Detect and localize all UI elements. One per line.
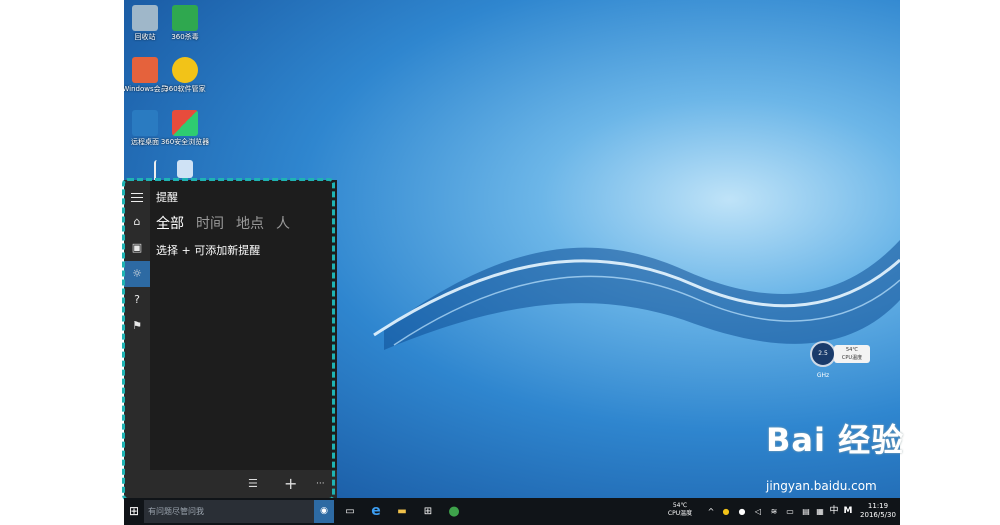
baidu-watermark: Bai 经验 jingyan.baidu.com — [766, 415, 905, 493]
task-view-icon: ▭ — [345, 506, 355, 517]
desktop-icon-label: 360安全浏览器 — [160, 138, 210, 146]
ime-m-button[interactable]: M — [842, 498, 854, 525]
cpu-temp-value: 54℃ — [846, 347, 858, 353]
store-button[interactable]: ⊞ — [416, 498, 440, 525]
watermark-logo: Bai 经验 — [766, 421, 905, 459]
tray-overflow-button[interactable]: ^ — [706, 498, 716, 525]
taskbar: ⊞ 有问题尽管问我 ◉ ▭ e ▬ ⊞ ● 54℃ CPU温度 ^ ● ● ◁ … — [124, 498, 900, 525]
task-view-button[interactable]: ▭ — [340, 498, 360, 525]
microphone-button[interactable]: ◉ — [314, 500, 334, 523]
recycle-bin-icon — [132, 5, 158, 31]
shield-icon — [172, 5, 198, 31]
desktop-icon-360-antivirus[interactable]: 360杀毒 — [157, 5, 213, 42]
keyboard-button[interactable]: ▦ — [814, 498, 826, 525]
desktop-icon-label: 360杀毒 — [171, 33, 199, 41]
360-icon: ● — [722, 507, 730, 516]
store-icon: ⊞ — [423, 506, 433, 517]
desktop-icon-label: 360软件管家 — [164, 85, 206, 93]
microphone-icon: ◉ — [320, 506, 328, 516]
network-button[interactable]: ≋ — [768, 498, 780, 525]
windows-logo-icon: ⊞ — [128, 504, 140, 518]
tiles-icon — [172, 110, 198, 136]
360-browser-button[interactable]: ● — [442, 498, 466, 525]
tray-temp-value: 54℃ — [672, 502, 688, 509]
tray-app-icon[interactable]: ● — [736, 498, 748, 525]
cpu-speed-gauge: 2.5 GHz — [810, 341, 836, 379]
highlight-frame — [122, 178, 335, 501]
cpu-temp-box: 54℃ CPU温度 — [834, 345, 870, 363]
battery-button[interactable]: ▭ — [784, 498, 796, 525]
message-icon: ▤ — [802, 507, 810, 516]
cortana-search-box[interactable]: 有问题尽管问我 — [144, 500, 334, 523]
start-button[interactable]: ⊞ — [124, 498, 144, 525]
ime-mode-button[interactable]: 中 — [827, 498, 841, 525]
cpu-monitor-widget[interactable]: 2.5 GHz 54℃ CPU温度 — [810, 341, 870, 379]
desktop-icon-360-software[interactable]: 360软件管家 — [157, 57, 213, 94]
watermark-url: jingyan.baidu.com — [766, 479, 877, 493]
cpu-temp-tray[interactable]: 54℃ CPU温度 — [660, 498, 700, 525]
keyboard-icon: ▦ — [816, 507, 824, 516]
clock-date: 2016/5/30 — [860, 511, 896, 519]
file-explorer-button[interactable]: ▬ — [390, 498, 414, 525]
clock-time: 11:19 — [867, 502, 889, 510]
wifi-icon: ≋ — [770, 507, 778, 516]
file-explorer-icon: ▬ — [397, 506, 407, 517]
notification-button[interactable]: ▤ — [800, 498, 812, 525]
app-tray-icon: ● — [738, 507, 746, 516]
edge-icon: e — [371, 503, 381, 519]
plus-icon — [172, 57, 198, 83]
desktop-icon-360-browser[interactable]: 360安全浏览器 — [157, 110, 213, 147]
edge-button[interactable]: e — [364, 498, 388, 525]
volume-button[interactable]: ◁ — [752, 498, 764, 525]
clock[interactable]: 11:19 2016/5/30 — [856, 498, 900, 525]
remote-desktop-icon — [132, 110, 158, 136]
app-icon — [177, 160, 193, 178]
chevron-up-icon: ^ — [707, 507, 715, 516]
desktop-icon-app[interactable] — [157, 160, 213, 180]
battery-icon: ▭ — [786, 507, 794, 516]
volume-icon: ◁ — [754, 507, 762, 516]
heart-icon — [132, 57, 158, 83]
tray-temp-label: CPU温度 — [667, 510, 693, 517]
tray-360-icon[interactable]: ● — [720, 498, 732, 525]
360-browser-icon: ● — [448, 504, 460, 519]
cpu-temp-label: CPU温度 — [841, 355, 863, 361]
